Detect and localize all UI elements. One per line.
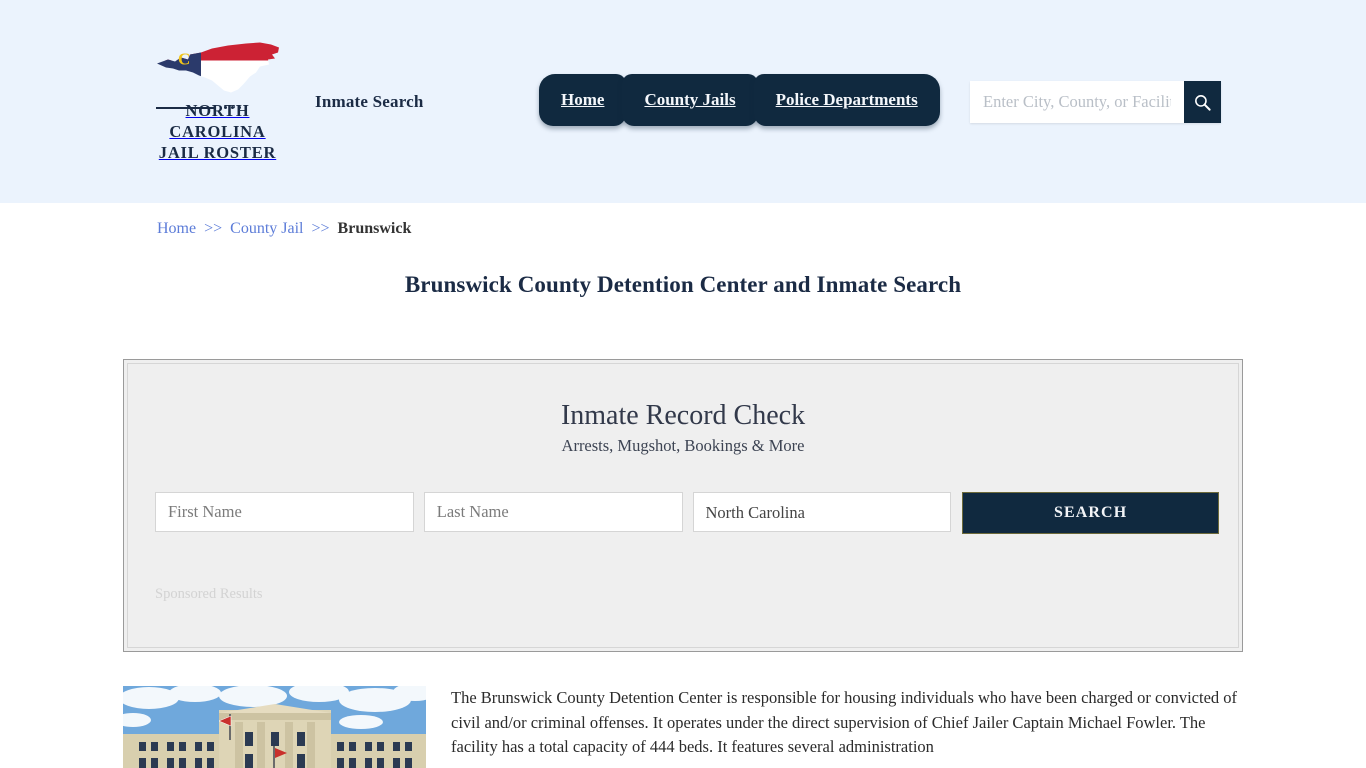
- brand-name: NORTH CAROLINA JAIL ROSTER: [159, 101, 276, 162]
- main-navigation: Home County Jails Police Departments: [539, 74, 936, 126]
- record-check-subtitle: Arrests, Mugshot, Bookings & More: [128, 436, 1238, 456]
- last-name-input[interactable]: [424, 492, 683, 532]
- svg-text:C: C: [178, 50, 190, 69]
- breadcrumb-separator: >>: [204, 220, 222, 237]
- nav-item-county-jails[interactable]: County Jails: [622, 74, 757, 126]
- detention-center-building-image: [123, 686, 426, 768]
- sponsored-results-label: Sponsored Results: [155, 586, 263, 603]
- site-logo[interactable]: C NORTH CAROLINA JAIL ROSTER: [145, 38, 290, 163]
- facility-description-section: The Brunswick County Detention Center is…: [123, 686, 1243, 768]
- facility-photo: [123, 686, 426, 768]
- first-name-input[interactable]: [155, 492, 414, 532]
- record-check-form: North Carolina SEARCH: [155, 492, 1219, 534]
- site-tagline: Inmate Search: [315, 92, 424, 112]
- header-search-input[interactable]: [970, 81, 1184, 123]
- page-title: Brunswick County Detention Center and In…: [0, 272, 1366, 298]
- breadcrumb-item-county-jail[interactable]: County Jail: [230, 220, 303, 237]
- facility-description-text: The Brunswick County Detention Center is…: [426, 686, 1243, 768]
- site-header: C NORTH CAROLINA JAIL ROSTER Inmate Sear…: [0, 0, 1366, 203]
- brand-name-line2: JAIL ROSTER: [159, 143, 276, 162]
- inmate-record-check-panel: Inmate Record Check Arrests, Mugshot, Bo…: [123, 359, 1243, 652]
- inmate-record-check-panel-inner: Inmate Record Check Arrests, Mugshot, Bo…: [127, 363, 1239, 648]
- record-check-title: Inmate Record Check: [128, 364, 1238, 432]
- nav-item-home-label: Home: [561, 90, 604, 110]
- record-check-search-button[interactable]: SEARCH: [962, 492, 1219, 534]
- state-select[interactable]: North Carolina: [693, 492, 952, 532]
- breadcrumb-separator: >>: [312, 220, 330, 237]
- nav-item-police-departments-label: Police Departments: [776, 90, 918, 110]
- breadcrumb: Home >> County Jail >> Brunswick: [157, 220, 411, 238]
- nav-item-police-departments[interactable]: Police Departments: [754, 74, 940, 126]
- breadcrumb-item-current: Brunswick: [338, 220, 412, 237]
- north-carolina-state-flag-map-icon: C: [153, 38, 283, 100]
- breadcrumb-item-home[interactable]: Home: [157, 220, 196, 237]
- search-icon: [1193, 93, 1212, 112]
- header-search-button[interactable]: [1184, 81, 1221, 123]
- nav-item-home[interactable]: Home: [539, 74, 626, 126]
- header-search-box: [970, 81, 1221, 123]
- nav-item-county-jails-label: County Jails: [644, 90, 735, 110]
- header-inner: C NORTH CAROLINA JAIL ROSTER Inmate Sear…: [0, 0, 1366, 203]
